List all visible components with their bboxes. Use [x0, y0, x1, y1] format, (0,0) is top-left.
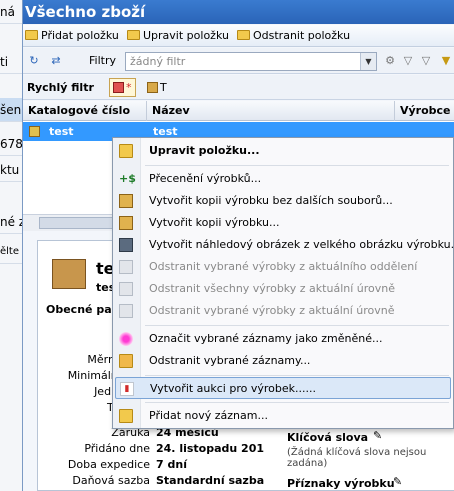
bg-cell: ktu [0, 158, 24, 182]
edit-item-button[interactable]: Upravit položku [127, 28, 229, 44]
menu-item-edit[interactable]: Upravit položku... [115, 140, 451, 162]
keywords-empty: (Žádná klíčová slova nejsou zadána) [287, 447, 427, 469]
remove-gray-icon [119, 304, 133, 318]
remove-gray-icon [119, 282, 133, 296]
product-cube-icon [29, 126, 40, 137]
funnel-edit-icon[interactable]: ▼ [439, 55, 453, 67]
menu-item-reprice[interactable]: +$ Přecenění výrobků... [115, 168, 451, 190]
filter-bar: ↻ ⇄ Filtry žádný filtr ▼ ⚙ ▽ ▽ ▼ [23, 48, 454, 74]
menu-item-remove-all-level: Odstranit všechny výrobky z aktuální úro… [115, 278, 451, 300]
quick-filter-t-button[interactable]: T [143, 78, 171, 97]
refresh-icon[interactable]: ↻ [27, 55, 41, 67]
bg-cell: ělte [0, 240, 24, 264]
funnel-clear-icon[interactable]: ▽ [419, 55, 433, 67]
field-value: 7 dní [156, 458, 187, 471]
pencil-icon[interactable]: ✎ [373, 429, 382, 442]
menu-item-copy-no-files[interactable]: Vytvořit kopii výrobku bez dalších soubo… [115, 190, 451, 212]
swap-icon[interactable]: ⇄ [49, 55, 63, 67]
bg-cell: ti [0, 50, 24, 74]
thumbnail-icon [119, 238, 133, 252]
menu-separator [145, 165, 449, 166]
filter-select-value: žádný filtr [130, 55, 186, 68]
background-app-strip: ná ti šen 678 ktu né z ělte [0, 0, 24, 491]
red-cube-icon [113, 82, 124, 93]
menu-item-create-auction[interactable]: ▮ Vytvořit aukci pro výrobek...... [115, 377, 451, 399]
field-value: 24. listopadu 201 [156, 442, 265, 455]
field-value: Standardní sazba [156, 474, 265, 487]
menu-item-delete-records[interactable]: Odstranit vybrané záznamy... [115, 350, 451, 372]
flags-title: Příznaky výrobku [287, 477, 395, 490]
menu-separator [145, 402, 449, 403]
chevron-down-icon: ▼ [360, 53, 376, 70]
filter-apply-icon[interactable]: ⚙ [383, 55, 397, 67]
keywords-title: Klíčová slova [287, 431, 369, 444]
row-catalog: test [49, 125, 74, 138]
quick-filter-t-label: T [160, 81, 167, 94]
delete-folder-icon [237, 30, 250, 40]
menu-item-remove-from-dept: Odstranit vybrané výrobky z aktuálního o… [115, 256, 451, 278]
edit-item-label: Upravit položku [143, 29, 229, 42]
quick-filter-new-button[interactable]: * [109, 78, 136, 97]
menu-item-add-record[interactable]: Přidat nový záznam... [115, 405, 451, 427]
add-folder-icon [119, 409, 133, 423]
cube-icon [147, 82, 158, 93]
grid-header: Katalogové číslo Název Výrobce [23, 101, 454, 121]
menu-item-copy[interactable]: Vytvořit kopii výrobku... [115, 212, 451, 234]
menu-item-remove-selected-level: Odstranit vybrané výrobky z aktuální úro… [115, 300, 451, 322]
mark-changed-icon [119, 332, 133, 346]
menu-separator [145, 325, 449, 326]
pencil-icon[interactable]: ✎ [393, 475, 402, 488]
bg-cell: 678 [0, 132, 24, 156]
add-folder-icon [25, 30, 38, 40]
product-box-icon [52, 259, 86, 289]
add-item-label: Přidat položku [41, 29, 119, 42]
col-header-name[interactable]: Název [147, 101, 395, 121]
action-toolbar: Přidat položku Upravit položku Odstranit… [23, 25, 454, 47]
copy-cube-icon [119, 194, 133, 208]
reprice-icon: +$ [119, 172, 136, 185]
delete-item-button[interactable]: Odstranit položku [237, 28, 350, 44]
menu-item-thumbnail[interactable]: Vytvořit náhledový obrázek z velkého obr… [115, 234, 454, 256]
col-header-manufacturer[interactable]: Výrobce [395, 101, 454, 121]
menu-separator [145, 375, 449, 376]
remove-gray-icon [119, 260, 133, 274]
quick-filter-label: Rychlý filtr [27, 81, 94, 94]
bg-cell: né z [0, 210, 24, 234]
menu-item-mark-changed[interactable]: Označit vybrané záznamy jako změněné... [115, 328, 451, 350]
quick-filter-bar: Rychlý filtr * T [23, 75, 454, 100]
window-title: Všechno zboží [23, 0, 454, 24]
funnel-icon[interactable]: ▽ [401, 55, 415, 67]
edit-folder-icon [127, 30, 140, 40]
bg-cell: šen [0, 98, 24, 122]
auction-icon: ▮ [120, 382, 134, 396]
bg-cell: ná [0, 0, 24, 24]
filter-label: Filtry [89, 54, 116, 67]
context-menu: Upravit položku... +$ Přecenění výrobků.… [112, 137, 454, 429]
delete-folder-icon [119, 354, 133, 368]
new-mark: * [126, 81, 132, 94]
delete-item-label: Odstranit položku [253, 29, 351, 42]
col-header-catalog[interactable]: Katalogové číslo [23, 101, 147, 121]
filter-select[interactable]: žádný filtr ▼ [125, 52, 377, 71]
copy-cube-icon [119, 216, 133, 230]
add-item-button[interactable]: Přidat položku [25, 28, 119, 44]
folder-edit-icon [119, 144, 133, 158]
